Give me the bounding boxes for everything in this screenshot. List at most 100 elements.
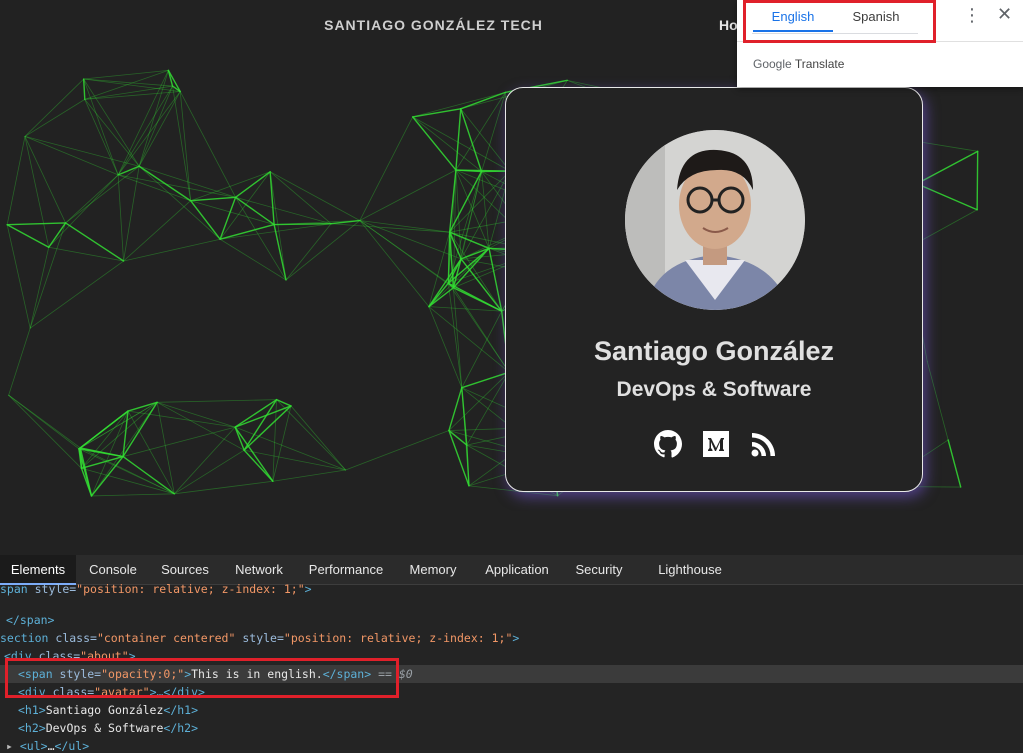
network-line — [6, 222, 67, 226]
network-line — [345, 430, 450, 471]
network-line — [219, 223, 275, 240]
network-line — [460, 91, 507, 110]
network-line — [29, 222, 66, 329]
github-icon[interactable] — [652, 428, 684, 460]
network-line — [219, 196, 237, 240]
network-line — [453, 287, 463, 389]
network-line — [8, 394, 80, 450]
network-line — [6, 136, 26, 226]
network-line — [947, 439, 962, 488]
network-line — [78, 448, 93, 497]
network-line — [428, 231, 451, 308]
close-icon[interactable]: ✕ — [997, 6, 1012, 24]
network-line — [976, 150, 979, 211]
network-line — [460, 108, 511, 172]
network-line — [117, 174, 192, 202]
dom-node-h2[interactable]: <h2>DevOps & Software</h2> — [0, 719, 1023, 737]
network-line — [219, 238, 287, 281]
network-line — [24, 136, 66, 224]
network-line — [276, 399, 346, 471]
network-line — [123, 238, 221, 262]
dom-node-span-relative[interactable]: span style="position: relative; z-index:… — [0, 580, 1023, 598]
profile-name: Santiago González — [593, 336, 835, 366]
network-line — [123, 200, 192, 262]
network-line — [269, 171, 332, 225]
network-line — [138, 91, 181, 167]
network-line — [411, 108, 462, 118]
network-line — [234, 171, 271, 199]
dom-node-section[interactable]: section class="container centered" style… — [0, 629, 1023, 647]
network-line — [189, 196, 237, 202]
brand-google: Google — [753, 57, 792, 71]
network-line — [173, 480, 274, 495]
network-line — [455, 91, 506, 171]
network-line — [455, 108, 462, 171]
avatar-photo — [625, 130, 805, 310]
network-line — [285, 223, 332, 281]
profile-role: DevOps & Software — [616, 378, 812, 401]
rss-icon[interactable] — [748, 428, 780, 460]
network-line — [173, 449, 245, 495]
dom-node-ul[interactable]: ▸ <ul>…</ul> — [0, 737, 1023, 753]
network-line — [916, 150, 979, 185]
network-line — [189, 200, 221, 240]
network-line — [24, 136, 50, 248]
highlight-box-selected-node — [5, 658, 399, 698]
network-line — [275, 398, 292, 407]
network-line — [926, 361, 949, 441]
highlight-box-language-tabs — [743, 0, 936, 43]
network-line — [117, 85, 173, 176]
nav-link-home[interactable]: Ho — [719, 17, 738, 33]
network-line — [24, 99, 86, 137]
network-line — [65, 165, 140, 224]
network-line — [78, 410, 129, 450]
network-line — [447, 282, 510, 373]
network-line — [8, 327, 31, 396]
network-line — [127, 410, 175, 495]
network-line — [29, 246, 50, 329]
network-line — [81, 401, 158, 469]
network-line — [84, 99, 140, 167]
dom-node-h1[interactable]: <h1>Santiago González</h1> — [0, 701, 1023, 719]
network-line — [273, 223, 287, 281]
network-line — [6, 224, 50, 248]
network-line — [123, 165, 140, 262]
network-line — [138, 165, 221, 240]
medium-icon[interactable] — [700, 428, 732, 460]
dom-node-span-close[interactable]: </span> — [0, 611, 1023, 629]
network-line — [6, 224, 31, 329]
network-line — [235, 196, 332, 225]
network-line — [359, 116, 414, 221]
network-line — [428, 306, 510, 373]
network-line — [117, 174, 124, 262]
network-line — [428, 287, 455, 308]
network-line — [285, 220, 361, 281]
network-line — [411, 116, 457, 171]
network-line — [78, 448, 124, 458]
network-line — [29, 260, 124, 329]
network-line — [122, 455, 176, 495]
network-line — [167, 69, 181, 93]
network-line — [412, 91, 506, 118]
avatar — [625, 130, 805, 310]
network-line — [84, 85, 173, 100]
network-line — [8, 394, 82, 469]
network-line — [330, 223, 451, 233]
network-line — [269, 171, 275, 226]
google-translate-brand: Google Translate — [753, 57, 844, 71]
network-line — [65, 174, 119, 224]
network-line — [447, 282, 503, 312]
network-line — [138, 165, 192, 202]
network-line — [235, 196, 287, 281]
brand-translate: Translate — [794, 57, 845, 71]
network-line — [269, 171, 361, 221]
network-line — [24, 136, 119, 176]
network-line — [173, 426, 236, 495]
network-line — [138, 85, 173, 167]
network-line — [91, 410, 129, 497]
network-line — [290, 405, 346, 471]
more-options-icon[interactable]: ⋮ — [963, 7, 981, 25]
website-viewport: SANTIAGO GONZÁLEZ TECH Ho Santiago Gonzá… — [0, 0, 1023, 511]
network-line — [428, 258, 462, 308]
network-line — [461, 387, 470, 487]
